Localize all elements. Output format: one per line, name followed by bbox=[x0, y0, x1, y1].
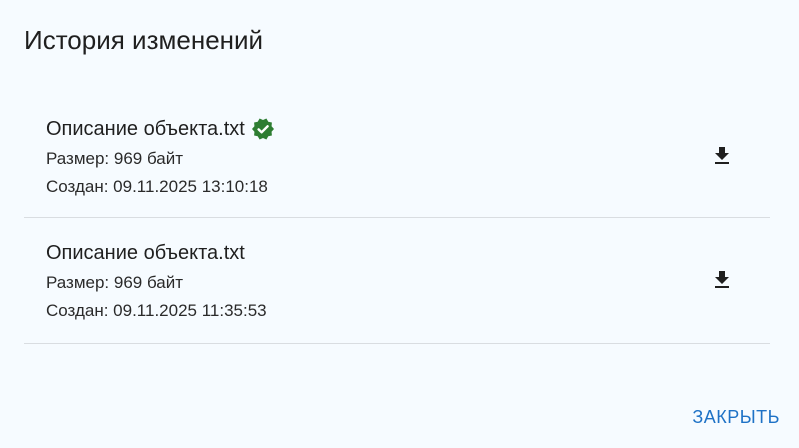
download-icon bbox=[715, 147, 729, 164]
check-decagram-icon bbox=[251, 117, 275, 141]
file-size: Размер: 969 байт bbox=[46, 149, 184, 168]
version-info: Описание объекта.txt Размер: 969 байт Со… bbox=[46, 240, 267, 325]
version-history-dialog: История изменений Описание объекта.txt Р… bbox=[0, 0, 799, 448]
file-name: Описание объекта.txt bbox=[46, 242, 245, 264]
filename-line: Описание объекта.txt bbox=[46, 116, 275, 142]
created-date: Создан: 09.11.2025 13:10:18 bbox=[46, 177, 268, 196]
download-button[interactable] bbox=[710, 144, 734, 168]
close-button[interactable]: ЗАКРЫТЬ bbox=[692, 404, 780, 430]
version-info: Описание объекта.txt Размер: 969 байт Со… bbox=[46, 116, 275, 201]
list-item: Описание объекта.txt Размер: 969 байт Со… bbox=[24, 218, 770, 344]
file-name: Описание объекта.txt bbox=[46, 118, 245, 140]
download-icon bbox=[715, 271, 729, 288]
dialog-title: История изменений bbox=[24, 25, 264, 55]
version-list: Описание объекта.txt Размер: 969 байт Со… bbox=[24, 94, 770, 344]
download-button[interactable] bbox=[710, 268, 734, 292]
file-size: Размер: 969 байт bbox=[46, 273, 184, 292]
filename-line: Описание объекта.txt bbox=[46, 240, 267, 266]
list-item: Описание объекта.txt Размер: 969 байт Со… bbox=[24, 94, 770, 218]
created-date: Создан: 09.11.2025 11:35:53 bbox=[46, 301, 267, 320]
